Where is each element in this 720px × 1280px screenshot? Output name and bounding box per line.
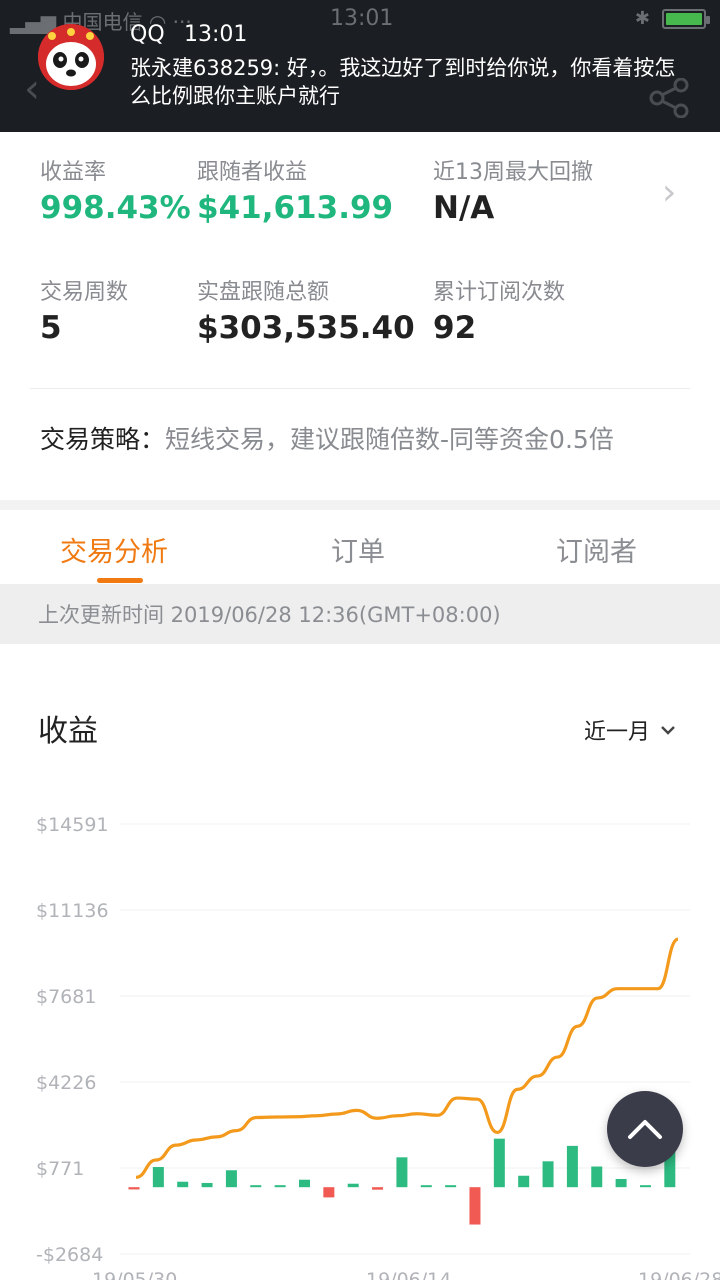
range-dropdown-label: 近一月: [584, 720, 651, 745]
bar: [493, 1138, 505, 1188]
y-tick-label: $14591: [36, 814, 109, 836]
y-tick-label: $7681: [36, 986, 96, 1008]
stat-label-follow-total: 实盘跟随总额: [197, 280, 330, 305]
back-arrow-icon[interactable]: ‹: [24, 66, 40, 112]
update-bar: 上次更新时间 2019/06/28 12:36(GMT+08:00): [0, 584, 720, 644]
stat-value-max-drawdown: N/A: [433, 190, 495, 226]
battery-icon: [662, 8, 710, 29]
notification-time: 13:01: [184, 22, 248, 47]
bar: [323, 1187, 335, 1198]
tab-orders[interactable]: 订单: [331, 530, 385, 569]
bar: [591, 1166, 603, 1188]
section-gap: [0, 500, 720, 510]
bar: [347, 1183, 359, 1188]
bar: [250, 1185, 262, 1188]
y-tick-label: $4226: [36, 1072, 96, 1094]
bar: [615, 1178, 627, 1188]
bluetooth-icon: ✱: [634, 8, 650, 29]
chart-title: 收益: [38, 714, 98, 749]
x-tick-label: 19/06/28: [638, 1269, 720, 1280]
strategy-value: 短线交易，建议跟随倍数-同等资金0.5倍: [165, 425, 614, 454]
divider: [30, 388, 690, 389]
chevron-down-icon: [660, 720, 676, 741]
stat-value-follow-total: $303,535.40: [197, 310, 415, 346]
scroll-to-top-button[interactable]: [607, 1091, 683, 1167]
x-tick-label: 19/05/30: [92, 1269, 177, 1280]
y-tick-label: $771: [36, 1158, 84, 1180]
profit-line: [135, 937, 679, 1179]
bar: [396, 1157, 408, 1188]
bar: [128, 1187, 140, 1190]
x-tick-label: 19/06/14: [366, 1269, 451, 1280]
profit-chart: $14591 $11136 $7681 $4226 $771 -$2684 19/05/30…: [36, 814, 720, 1280]
stat-label-subscriptions: 累计订阅次数: [433, 280, 566, 305]
stat-label-trading-weeks: 交易周数: [40, 280, 129, 305]
range-dropdown[interactable]: 近一月: [584, 714, 676, 746]
notification-app-name: QQ: [130, 22, 165, 47]
status-right: ✱: [634, 8, 710, 29]
tab-trade-analysis[interactable]: 交易分析: [60, 530, 168, 569]
bar: [152, 1167, 164, 1188]
y-tick-label: -$2684: [36, 1244, 103, 1266]
bar: [225, 1170, 237, 1188]
bar: [639, 1185, 651, 1188]
bar: [177, 1181, 189, 1188]
bar: [372, 1187, 384, 1190]
notification-banner[interactable]: ▂▄▆ 中国电信 ◠ ··· 13:01 ✱ ‹ QQ 13:01 张永建638…: [0, 0, 720, 132]
bar: [298, 1179, 310, 1188]
stat-label-return-rate: 收益率: [40, 160, 107, 185]
stat-value-follower-profit: $41,613.99: [197, 190, 394, 226]
bar: [420, 1185, 432, 1188]
bar: [542, 1161, 554, 1188]
strategy-row: 交易策略：短线交易，建议跟随倍数-同等资金0.5倍: [40, 420, 614, 456]
stat-label-max-drawdown: 近13周最大回撤: [433, 160, 593, 185]
bar: [201, 1182, 213, 1188]
stat-value-subscriptions: 92: [433, 310, 477, 346]
strategy-label: 交易策略：: [40, 425, 166, 454]
avatar: [38, 24, 104, 90]
chevron-right-icon[interactable]: ›: [662, 172, 676, 213]
chevron-up-icon: [628, 1120, 662, 1139]
stat-value-trading-weeks: 5: [40, 310, 62, 346]
last-update-text: 上次更新时间 2019/06/28 12:36(GMT+08:00): [38, 603, 501, 627]
y-tick-label: $11136: [36, 900, 109, 922]
bar: [445, 1185, 457, 1188]
stat-value-return-rate: 998.43%: [40, 190, 191, 226]
tab-subscribers[interactable]: 订阅者: [556, 530, 637, 569]
bar: [469, 1187, 481, 1225]
bar: [274, 1185, 286, 1188]
bar: [518, 1175, 530, 1188]
stat-label-follower-profit: 跟随者收益: [197, 160, 308, 185]
bar: [566, 1145, 578, 1188]
notification-message: 张永建638259: 好，。我这边好了到时给你说，你看着按怎么比例跟你主账户就行: [130, 56, 676, 108]
tab-active-indicator: [97, 578, 143, 583]
status-time: 13:01: [330, 6, 394, 31]
